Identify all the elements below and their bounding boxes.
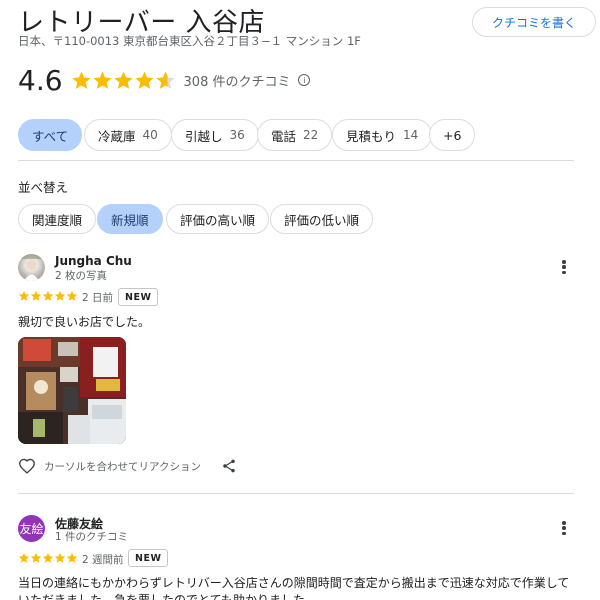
star-icon bbox=[42, 290, 54, 301]
new-badge: NEW bbox=[118, 288, 159, 306]
review-photo-image bbox=[18, 337, 126, 444]
reviewer-meta: 2 枚の写真 bbox=[55, 270, 108, 282]
review-photo[interactable] bbox=[18, 337, 126, 444]
sort-label: 並べ替え bbox=[18, 180, 69, 195]
filter-chip-moving[interactable]: 引越し 36 bbox=[171, 119, 259, 151]
rating-summary: 4.6 308 件のクチコミ i bbox=[18, 60, 311, 100]
more-options-icon[interactable] bbox=[558, 519, 570, 537]
reviewer-meta: 1 件のクチコミ bbox=[55, 531, 129, 543]
filter-chip-label: 引越し bbox=[185, 128, 223, 144]
filter-chip-count: 36 bbox=[229, 128, 245, 142]
filter-chip-estimate[interactable]: 見積もり 14 bbox=[332, 119, 433, 151]
star-icon bbox=[66, 552, 78, 563]
star-icon bbox=[18, 552, 30, 563]
sort-chip-label: 関連度順 bbox=[32, 212, 83, 228]
filter-chip-refrigerator[interactable]: 冷蔵庫 40 bbox=[84, 119, 172, 151]
review-text: 当日の連絡にもかかわらずレトリバー入谷店さんの隙間時間で査定から搬出まで迅速な対… bbox=[18, 576, 570, 600]
filter-chip-more[interactable]: +6 bbox=[429, 119, 476, 151]
filter-chip-all[interactable]: すべて bbox=[18, 119, 83, 151]
star-icon bbox=[134, 71, 154, 89]
star-icon bbox=[54, 552, 66, 563]
info-icon[interactable]: i bbox=[298, 74, 311, 86]
rating-stars bbox=[71, 70, 176, 91]
sort-chip-label: 新規順 bbox=[111, 212, 149, 228]
share-icon[interactable] bbox=[221, 458, 237, 474]
review-stars bbox=[18, 290, 78, 302]
heart-icon bbox=[19, 458, 35, 474]
filter-chip-label: 冷蔵庫 bbox=[98, 128, 136, 144]
star-icon bbox=[54, 290, 66, 301]
review-text: 親切で良いお店でした。 bbox=[18, 315, 151, 329]
sort-chip-relevance[interactable]: 関連度順 bbox=[18, 204, 97, 234]
star-icon bbox=[18, 290, 30, 301]
reviewer-avatar[interactable] bbox=[18, 254, 45, 281]
rating-value: 4.6 bbox=[18, 63, 63, 97]
review-stars bbox=[18, 552, 78, 564]
divider bbox=[18, 493, 574, 494]
star-icon bbox=[155, 71, 175, 89]
more-options-icon[interactable] bbox=[558, 258, 570, 276]
filter-chip-label: +6 bbox=[443, 127, 462, 143]
filter-chip-label: 見積もり bbox=[346, 128, 397, 144]
star-icon bbox=[92, 71, 112, 89]
review-count[interactable]: 308 件のクチコミ bbox=[184, 71, 291, 90]
sort-chip-highest[interactable]: 評価の高い順 bbox=[166, 204, 270, 234]
filter-chip-label: 電話 bbox=[271, 128, 297, 144]
star-icon bbox=[71, 71, 91, 89]
filter-chip-count: 40 bbox=[142, 128, 158, 142]
sort-chip-newest[interactable]: 新規順 bbox=[97, 204, 163, 234]
sort-chip-label: 評価の低い順 bbox=[284, 212, 360, 228]
review-time: 2 日前 bbox=[82, 292, 114, 304]
filter-chip-label: すべて bbox=[32, 128, 69, 144]
star-icon bbox=[66, 290, 78, 301]
new-badge: NEW bbox=[128, 549, 169, 567]
reviewer-avatar[interactable]: 友絵 bbox=[18, 515, 45, 542]
filter-chip-count: 14 bbox=[403, 128, 419, 142]
reaction-label: カーソルを合わせてリアクション bbox=[44, 460, 201, 473]
star-icon bbox=[42, 552, 54, 563]
star-icon bbox=[30, 552, 42, 563]
place-address: 日本、〒110-0013 東京都台東区入谷２丁目３−１ マンション 1F bbox=[18, 34, 361, 48]
review-time: 2 週間前 bbox=[82, 554, 124, 566]
filter-chip-phone[interactable]: 電話 22 bbox=[257, 119, 333, 151]
divider bbox=[18, 160, 574, 161]
sort-chip-label: 評価の高い順 bbox=[180, 212, 256, 228]
star-icon bbox=[30, 290, 42, 301]
filter-chip-count: 22 bbox=[303, 128, 319, 142]
avatar-photo-image bbox=[18, 254, 45, 281]
reviewer-name[interactable]: Jungha Chu bbox=[55, 254, 132, 268]
star-icon bbox=[113, 71, 133, 89]
reaction-button[interactable]: カーソルを合わせてリアクション bbox=[18, 458, 201, 474]
write-review-button[interactable]: クチコミを書く bbox=[472, 7, 596, 37]
sort-chip-lowest[interactable]: 評価の低い順 bbox=[270, 204, 374, 234]
